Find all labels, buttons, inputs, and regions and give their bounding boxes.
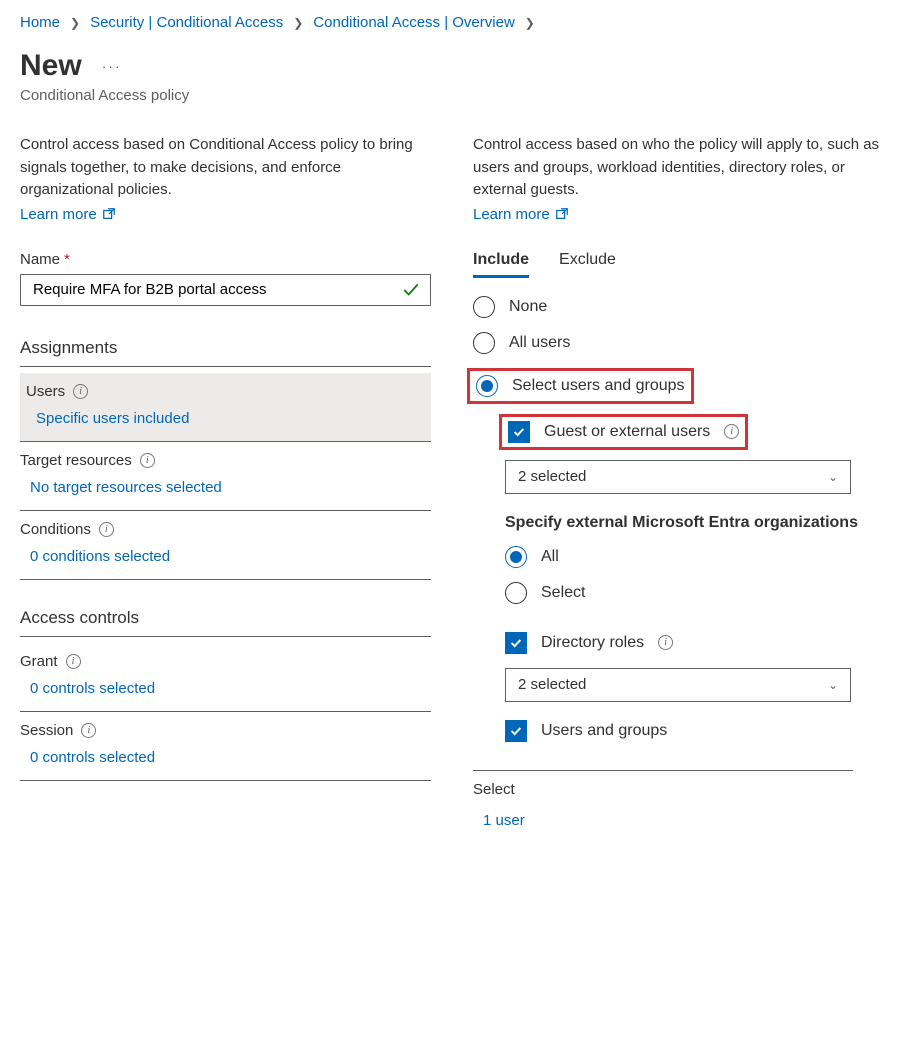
radio-none-label: None xyxy=(509,298,547,316)
checkbox-icon-checked xyxy=(508,421,530,443)
select-section: Select 1 user xyxy=(473,770,853,837)
directory-roles-dropdown[interactable]: 2 selected ⌄ xyxy=(505,668,851,702)
radio-all-users[interactable]: All users xyxy=(473,332,884,354)
radio-icon-checked xyxy=(505,546,527,568)
grant-label: Grant xyxy=(20,653,58,670)
name-label-text: Name xyxy=(20,251,60,268)
specify-orgs-heading: Specify external Microsoft Entra organiz… xyxy=(505,512,884,534)
radio-icon xyxy=(473,296,495,318)
breadcrumb-security[interactable]: Security | Conditional Access xyxy=(90,14,283,31)
checkbox-directory-roles[interactable]: Directory roles i xyxy=(505,632,884,654)
assignments-conditions-item[interactable]: Conditions i 0 conditions selected xyxy=(20,511,431,580)
radio-all-label: All users xyxy=(509,334,570,352)
right-column: Control access based on who the policy w… xyxy=(473,134,884,837)
name-input-wrapper xyxy=(20,274,431,306)
chevron-right-icon: ❯ xyxy=(525,16,535,30)
checkmark-valid-icon xyxy=(402,281,420,299)
info-icon[interactable]: i xyxy=(99,522,114,537)
guest-types-dropdown[interactable]: 2 selected ⌄ xyxy=(505,460,851,494)
right-intro-text: Control access based on who the policy w… xyxy=(473,134,884,202)
left-intro-text: Control access based on Conditional Acce… xyxy=(20,134,431,202)
tab-exclude[interactable]: Exclude xyxy=(559,251,616,278)
directory-roles-label: Directory roles xyxy=(541,634,644,652)
radio-none[interactable]: None xyxy=(473,296,884,318)
radio-icon xyxy=(473,332,495,354)
name-field-label: Name * xyxy=(20,251,431,268)
radio-orgs-select[interactable]: Select xyxy=(505,582,884,604)
tab-include[interactable]: Include xyxy=(473,251,529,278)
required-asterisk-icon: * xyxy=(64,251,70,268)
conditions-label: Conditions xyxy=(20,521,91,538)
radio-select-label: Select users and groups xyxy=(512,377,685,395)
session-label: Session xyxy=(20,722,73,739)
checkbox-users-and-groups[interactable]: Users and groups xyxy=(505,720,884,742)
target-label: Target resources xyxy=(20,452,132,469)
checkbox-icon-checked xyxy=(505,632,527,654)
dropdown-value: 2 selected xyxy=(518,468,586,485)
guest-external-label: Guest or external users xyxy=(544,423,710,441)
chevron-right-icon: ❯ xyxy=(70,16,80,30)
session-link[interactable]: 0 controls selected xyxy=(20,749,155,766)
external-link-icon xyxy=(555,207,569,221)
dropdown-value: 2 selected xyxy=(518,676,586,693)
info-icon[interactable]: i xyxy=(66,654,81,669)
page-title: New xyxy=(20,49,82,83)
users-groups-label: Users and groups xyxy=(541,722,667,740)
checkbox-guest-external[interactable]: Guest or external users i xyxy=(508,421,739,443)
grant-link[interactable]: 0 controls selected xyxy=(20,680,155,697)
session-item[interactable]: Session i 0 controls selected xyxy=(20,712,431,781)
learn-more-label: Learn more xyxy=(20,206,97,223)
radio-select-users-groups[interactable]: Select users and groups xyxy=(476,375,685,397)
learn-more-link[interactable]: Learn more xyxy=(20,206,116,223)
include-exclude-tabs: Include Exclude xyxy=(473,251,884,278)
breadcrumb-home[interactable]: Home xyxy=(20,14,60,31)
highlight-select-users: Select users and groups xyxy=(467,368,694,404)
conditions-link[interactable]: 0 conditions selected xyxy=(20,548,170,565)
radio-orgs-all[interactable]: All xyxy=(505,546,884,568)
highlight-guest-external: Guest or external users i xyxy=(499,414,748,450)
radio-icon xyxy=(505,582,527,604)
info-icon[interactable]: i xyxy=(73,384,88,399)
page-header: New ··· xyxy=(20,49,884,83)
external-link-icon xyxy=(102,207,116,221)
access-controls-heading: Access controls xyxy=(20,608,431,637)
learn-more-link-right[interactable]: Learn more xyxy=(473,206,569,223)
target-link[interactable]: No target resources selected xyxy=(20,479,222,496)
breadcrumb: Home ❯ Security | Conditional Access ❯ C… xyxy=(20,14,884,31)
learn-more-label: Learn more xyxy=(473,206,550,223)
page-subtitle: Conditional Access policy xyxy=(20,87,884,104)
radio-orgs-all-label: All xyxy=(541,548,559,566)
assignments-target-item[interactable]: Target resources i No target resources s… xyxy=(20,442,431,511)
radio-orgs-select-label: Select xyxy=(541,584,585,602)
breadcrumb-overview[interactable]: Conditional Access | Overview xyxy=(313,14,514,31)
info-icon[interactable]: i xyxy=(81,723,96,738)
info-icon[interactable]: i xyxy=(724,424,739,439)
grant-item[interactable]: Grant i 0 controls selected xyxy=(20,643,431,712)
checkbox-icon-checked xyxy=(505,720,527,742)
radio-icon-checked xyxy=(476,375,498,397)
users-link[interactable]: Specific users included xyxy=(26,410,189,427)
info-icon[interactable]: i xyxy=(658,635,673,650)
chevron-right-icon: ❯ xyxy=(293,16,303,30)
chevron-down-icon: ⌄ xyxy=(828,678,838,692)
info-icon[interactable]: i xyxy=(140,453,155,468)
users-label: Users xyxy=(26,383,65,400)
assignments-users-item[interactable]: Users i Specific users included xyxy=(20,373,431,442)
name-input[interactable] xyxy=(31,280,396,299)
assignments-heading: Assignments xyxy=(20,338,431,367)
select-users-link[interactable]: 1 user xyxy=(473,812,525,829)
select-title: Select xyxy=(473,781,853,798)
left-column: Control access based on Conditional Acce… xyxy=(20,134,431,837)
chevron-down-icon: ⌄ xyxy=(828,470,838,484)
more-actions-button[interactable]: ··· xyxy=(102,58,122,74)
